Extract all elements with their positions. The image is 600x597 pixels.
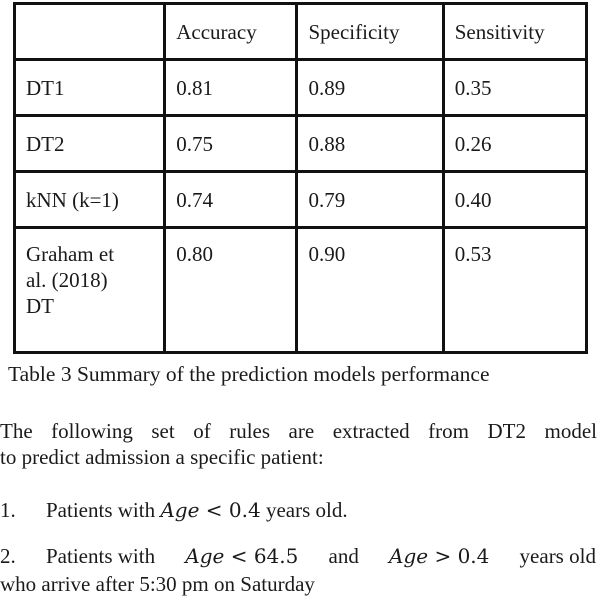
table-row: Graham et al. (2018) DT 0.80 0.90 0.53: [12, 226, 589, 354]
accuracy-cell: 0.81: [163, 58, 299, 117]
table-row: DT1 0.81 0.89 0.35: [12, 58, 589, 117]
rule-item: 2. Patients with Age < 64.5 and Age > 0.…: [0, 544, 596, 569]
header-cell-sensitivity: Sensitivity: [441, 2, 589, 61]
math-expression: Age < 0.4: [160, 498, 260, 522]
math-variable: Age: [185, 544, 225, 568]
intro-paragraph: The following set of rules are extracted…: [0, 418, 600, 470]
sensitivity-cell: 0.53: [441, 226, 589, 354]
accuracy-cell: 0.80: [163, 226, 299, 354]
performance-table: Accuracy Specificity Sensitivity DT1 0.8…: [12, 2, 589, 354]
sensitivity-cell: 0.35: [441, 58, 589, 117]
math-expression: Age < 64.5: [185, 544, 298, 569]
math-expression: Age > 0.4: [389, 544, 489, 569]
paragraph-line: The following set of rules are extracted…: [0, 419, 597, 443]
rule-text: Patients with Age < 64.5 and Age > 0.4 y…: [46, 544, 596, 569]
table-row: kNN (k=1) 0.74 0.79 0.40: [12, 170, 589, 229]
continuation-line: who arrive after 5:30 pm on Saturday: [0, 572, 315, 596]
rule-number: 2.: [0, 544, 16, 568]
model-cell: DT2: [12, 114, 167, 173]
specificity-cell: 0.90: [295, 226, 445, 354]
accuracy-cell: 0.75: [163, 114, 299, 173]
model-cell: DT1: [12, 58, 167, 117]
header-cell-accuracy: Accuracy: [163, 2, 299, 61]
rule-number: 1.: [0, 498, 16, 522]
rule-conjunction: and: [328, 544, 359, 568]
rule-suffix: years old: [519, 544, 596, 568]
rule-item: 1. Patients with Age < 0.4 years old.: [0, 498, 348, 523]
math-operator: <: [230, 544, 248, 568]
rule-prefix: Patients with: [46, 544, 156, 568]
math-operator: >: [434, 544, 452, 568]
specificity-cell: 0.88: [295, 114, 445, 173]
sensitivity-cell: 0.26: [441, 114, 589, 173]
math-value: 0.4: [228, 498, 261, 522]
paragraph-line: to predict admission a specific patient:: [0, 445, 324, 469]
model-cell: Graham et al. (2018) DT: [12, 226, 167, 354]
model-cell: kNN (k=1): [12, 170, 167, 229]
model-cell-line: DT: [26, 294, 54, 318]
math-variable: Age: [160, 498, 200, 522]
math-variable: Age: [389, 544, 429, 568]
specificity-cell: 0.79: [295, 170, 445, 229]
table-header-row: Accuracy Specificity Sensitivity: [12, 2, 589, 61]
accuracy-cell: 0.74: [163, 170, 299, 229]
sensitivity-cell: 0.40: [441, 170, 589, 229]
table-row: DT2 0.75 0.88 0.26: [12, 114, 589, 173]
specificity-cell: 0.89: [295, 58, 445, 117]
rule-prefix: Patients with: [46, 498, 156, 522]
header-cell-empty: [12, 2, 167, 61]
header-cell-specificity: Specificity: [295, 2, 445, 61]
table-caption: Table 3 Summary of the prediction models…: [8, 362, 490, 386]
rule-suffix: years old.: [265, 498, 348, 522]
math-value: 0.4: [457, 544, 490, 568]
model-cell-line: Graham et: [26, 242, 115, 266]
math-value: 64.5: [253, 544, 299, 568]
math-operator: <: [205, 498, 223, 522]
model-cell-line: al. (2018): [26, 268, 108, 292]
